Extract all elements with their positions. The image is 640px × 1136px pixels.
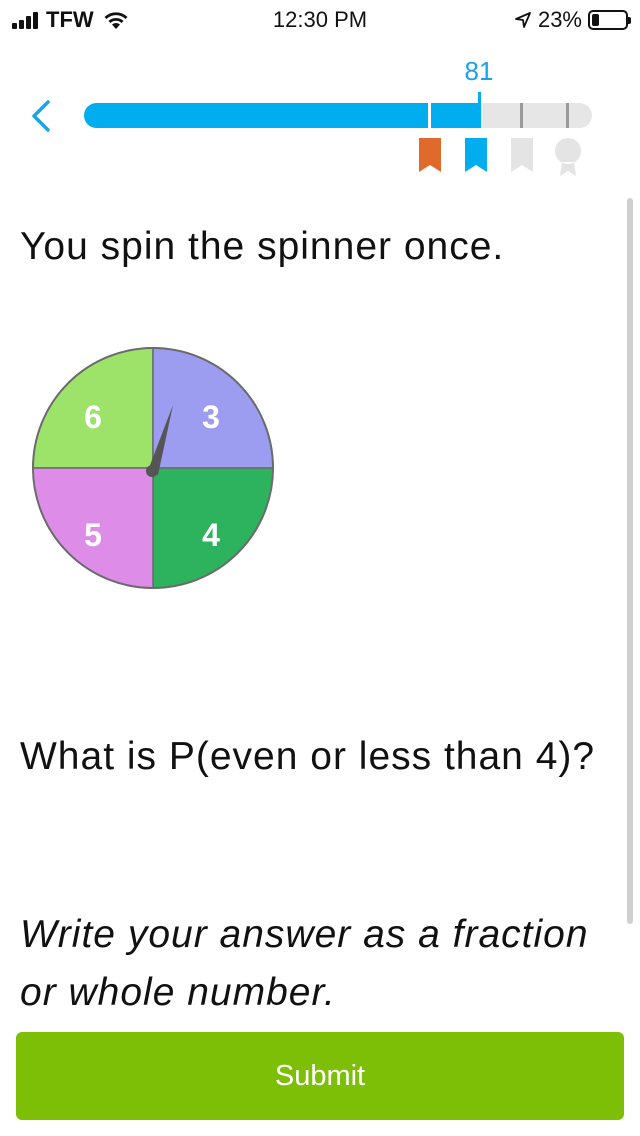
spinner-label-4: 4 xyxy=(202,517,220,553)
progress-marker xyxy=(478,92,481,128)
battery-icon xyxy=(588,10,631,30)
location-arrow-icon xyxy=(515,12,531,28)
progress-tick xyxy=(520,103,523,128)
submit-button[interactable]: Submit xyxy=(16,1032,624,1120)
spinner: 6 3 4 5 xyxy=(32,347,274,589)
progress-tick xyxy=(566,103,569,128)
spinner-hub xyxy=(146,465,158,477)
question-prompt: What is P(even or less than 4)? xyxy=(20,735,596,778)
question-intro: You spin the spinner once. xyxy=(20,225,505,268)
progress-bar xyxy=(84,103,592,128)
spinner-label-6: 6 xyxy=(84,399,102,435)
gray-medal-icon xyxy=(554,138,581,176)
smart-score: 81 xyxy=(464,56,494,86)
orange-ribbon-icon xyxy=(419,138,441,172)
status-bar: TFW 12:30 PM 23% xyxy=(0,0,640,40)
battery-percent: 23% xyxy=(537,7,582,32)
blue-ribbon-icon xyxy=(465,138,487,172)
answer-instruction: Write your answer as a fraction or whole… xyxy=(20,913,589,1014)
spinner-label-3: 3 xyxy=(202,399,220,435)
progress-fill xyxy=(84,103,479,128)
spinner-label-5: 5 xyxy=(84,517,102,553)
scrollbar[interactable] xyxy=(627,198,633,924)
progress-tick xyxy=(428,103,431,128)
status-right: 23% xyxy=(514,6,631,34)
gray-ribbon-icon xyxy=(511,138,533,172)
back-chevron-icon[interactable] xyxy=(26,96,58,136)
